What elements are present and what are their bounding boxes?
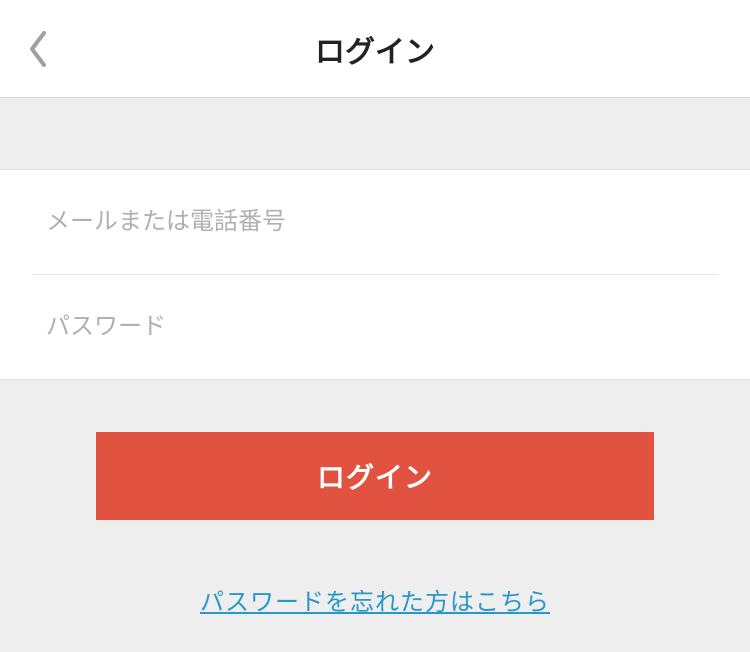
forgot-password-link[interactable]: パスワードを忘れた方はこちら (96, 582, 654, 617)
page-title: ログイン (0, 27, 750, 71)
header: ログイン (0, 0, 750, 98)
action-area: ログイン パスワードを忘れた方はこちら (0, 380, 750, 617)
back-button[interactable] (18, 29, 58, 69)
password-field[interactable] (46, 275, 704, 379)
password-row (0, 275, 750, 380)
login-form (0, 170, 750, 380)
email-field[interactable] (46, 170, 704, 274)
login-button[interactable]: ログイン (96, 432, 654, 520)
chevron-left-icon (28, 31, 48, 67)
email-row (0, 170, 750, 274)
spacer (0, 98, 750, 170)
